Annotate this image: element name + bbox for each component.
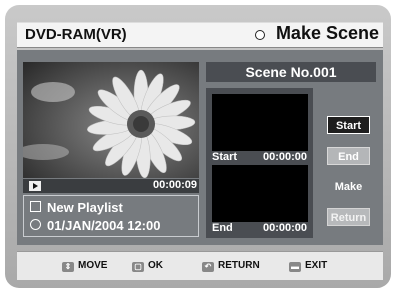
start-button[interactable]: Start — [327, 116, 370, 134]
video-preview — [23, 62, 199, 178]
playback-bar: 00:00:09 — [23, 179, 199, 193]
start-thumbnail — [212, 94, 308, 151]
flower-image — [23, 62, 199, 178]
return-button[interactable]: Return — [327, 208, 370, 226]
title-bar: DVD-RAM(VR) Make Scene — [17, 22, 383, 48]
move-label: MOVE — [78, 260, 108, 271]
return-label: RETURN — [218, 260, 260, 271]
button-guide-bar: ⇕ MOVE ▢ OK ↶ RETURN ▬ EXIT — [17, 251, 383, 280]
clock-icon — [30, 219, 41, 230]
datetime-row: 01/JAN/2004 12:00 — [30, 218, 160, 233]
start-time: 00:00:00 — [262, 151, 307, 163]
end-time: 00:00:00 — [262, 222, 307, 234]
updown-icon: ⇕ — [62, 262, 74, 272]
playlist-name: New Playlist — [47, 200, 123, 215]
scene-bullet-icon — [255, 30, 265, 40]
ok-key-icon: ▢ — [132, 262, 144, 272]
return-hint: ↶ RETURN — [202, 260, 260, 272]
move-hint: ⇕ MOVE — [62, 260, 107, 272]
playlist-info: New Playlist 01/JAN/2004 12:00 — [23, 195, 199, 237]
playlist-icon — [30, 201, 41, 212]
scene-number: Scene No.001 — [206, 62, 376, 82]
playlist-row: New Playlist — [30, 200, 123, 215]
start-label: Start — [212, 151, 238, 163]
exit-label: EXIT — [305, 260, 328, 271]
ok-label: OK — [148, 260, 163, 271]
make-button[interactable]: Make — [327, 178, 370, 196]
playlist-datetime: 01/JAN/2004 12:00 — [47, 218, 161, 233]
screen-title: Make Scene — [275, 23, 379, 43]
ok-hint: ▢ OK — [132, 260, 163, 272]
end-button[interactable]: End — [327, 147, 370, 165]
end-label: End — [212, 222, 233, 234]
exit-key-icon: ▬ — [289, 262, 301, 272]
playback-time: 00:00:09 — [152, 179, 197, 191]
scene-thumbnails: Start 00:00:00 End 00:00:00 — [206, 88, 313, 238]
play-icon[interactable] — [29, 181, 41, 191]
exit-hint: ▬ EXIT — [289, 260, 327, 272]
return-icon: ↶ — [202, 262, 214, 272]
app-title: DVD-RAM(VR) — [25, 26, 127, 43]
end-thumbnail — [212, 165, 308, 222]
